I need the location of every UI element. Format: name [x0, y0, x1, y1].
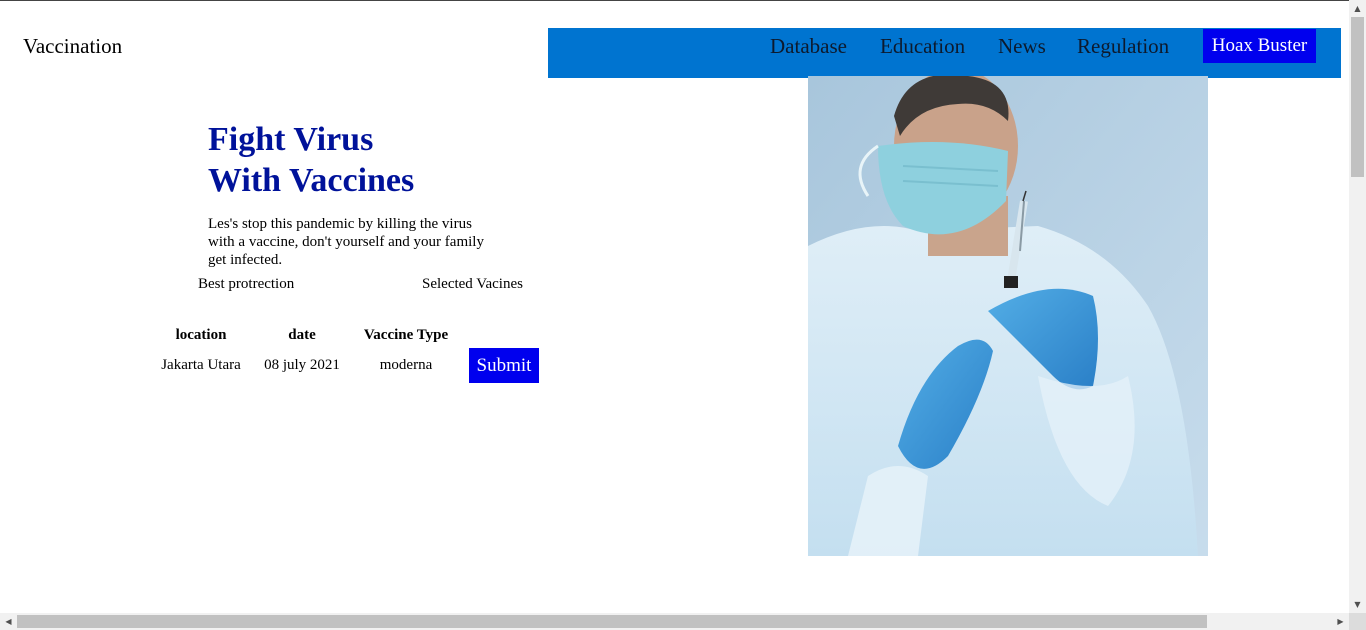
vertical-scroll-thumb[interactable] [1351, 17, 1364, 177]
hero-photo-doctor-with-syringe [808, 76, 1208, 556]
header-location: location [175, 327, 227, 343]
scroll-right-arrow-icon[interactable]: ▶ [1332, 613, 1349, 630]
header-date: date [288, 327, 316, 343]
hero-title: Fight Virus With Vaccines [208, 119, 414, 201]
page: Vaccination Database Education News Regu… [0, 0, 1349, 613]
scroll-up-arrow-icon[interactable]: ▲ [1349, 0, 1366, 17]
nav-database[interactable]: Database [770, 34, 847, 58]
location-value[interactable]: Jakarta Utara [152, 356, 250, 374]
brand-logo-text[interactable]: Vaccination [23, 34, 122, 58]
nav-regulation[interactable]: Regulation [1077, 34, 1169, 58]
hero-title-line-1: Fight Virus [208, 121, 374, 158]
nav-hoax-buster-button[interactable]: Hoax Buster [1203, 29, 1316, 63]
date-value[interactable]: 08 july 2021 [253, 356, 351, 374]
vaccine-type-value[interactable]: moderna [357, 356, 455, 374]
submit-button[interactable]: Submit [469, 348, 539, 383]
vertical-scrollbar[interactable]: ▲ ▼ [1349, 0, 1366, 613]
nav-news[interactable]: News [998, 34, 1046, 58]
horizontal-scroll-thumb[interactable] [17, 615, 1207, 628]
hero-description: Les's stop this pandemic by killing the … [208, 216, 484, 268]
top-navbar: Database Education News Regulation Hoax … [548, 28, 1341, 78]
hero-title-line-2: With Vaccines [208, 162, 415, 199]
scroll-left-arrow-icon[interactable]: ◀ [0, 613, 17, 630]
header-vaccine-type: Vaccine Type [363, 327, 449, 343]
feature-selected-vaccines: Selected Vacines [422, 276, 523, 292]
nav-education[interactable]: Education [880, 34, 965, 58]
horizontal-scrollbar[interactable]: ◀ ▶ [0, 613, 1349, 630]
feature-best-protection: Best protrection [198, 276, 295, 292]
scrollbar-corner [1349, 613, 1366, 630]
scroll-down-arrow-icon[interactable]: ▼ [1349, 596, 1366, 613]
